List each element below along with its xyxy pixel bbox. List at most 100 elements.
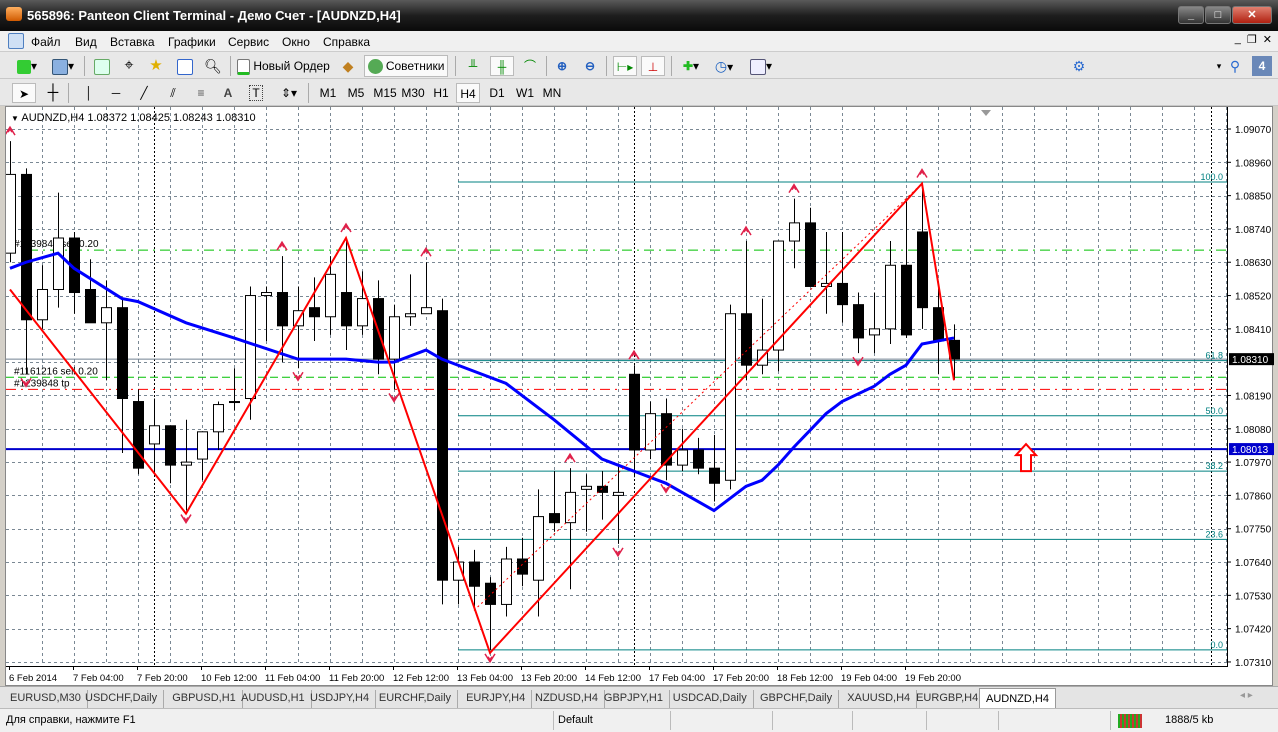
tab-nzdusd-h4[interactable]: NZDUSD,H4 [529, 690, 605, 708]
tf-H1[interactable]: H1 [430, 83, 452, 103]
tab-gbpjpy-h1[interactable]: GBPJPY,H1 [598, 690, 670, 708]
chart-shift-marker-icon [981, 110, 991, 116]
candle-body [165, 425, 176, 466]
chart-shift-button[interactable]: ⊥ [641, 56, 665, 76]
search-button[interactable]: ⚲ [1226, 56, 1244, 76]
tf-M5[interactable]: M5 [344, 83, 368, 103]
navigator-button[interactable]: ★ [146, 56, 166, 76]
line-chart-button[interactable]: ⌒ [520, 56, 540, 76]
tf-M1[interactable]: M1 [316, 83, 340, 103]
data-window-button[interactable]: ⌖ [119, 56, 139, 76]
minimize-button[interactable]: _ [1178, 6, 1204, 24]
maximize-button[interactable]: □ [1205, 6, 1231, 24]
tab-usdjpy-h4[interactable]: USDJPY,H4 [304, 690, 377, 708]
new-order-label: Новый Ордер [253, 59, 330, 73]
candle-body [565, 491, 576, 524]
mdi-restore-button[interactable]: ❐ [1247, 33, 1257, 46]
menu-view[interactable]: Вид [75, 35, 97, 49]
text-label-tool[interactable]: T [246, 83, 266, 103]
connection-status-icon [1118, 714, 1142, 728]
fractal-up-icon [788, 183, 800, 194]
tab-eurchf-daily[interactable]: EURCHF,Daily [373, 690, 459, 708]
messages-badge[interactable]: 4 [1252, 56, 1272, 76]
fractal-up-icon [276, 240, 288, 251]
candle-body [469, 561, 480, 587]
tf-W1[interactable]: W1 [514, 83, 536, 103]
tab-usdchf-daily[interactable]: USDCHF,Daily [79, 690, 165, 708]
tab-gbpusd-h1[interactable]: GBPUSD,H1 [166, 690, 243, 708]
crosshair-tool[interactable]: ┼ [42, 83, 64, 103]
tab-audnzd-h4[interactable]: AUDNZD,H4 [979, 688, 1056, 709]
tab-eurjpy-h4[interactable]: EURJPY,H4 [460, 690, 533, 708]
candle-body [85, 288, 96, 324]
price-axis-label: 1.07530 [1235, 591, 1272, 602]
close-button[interactable]: ✕ [1232, 6, 1272, 24]
profiles-button[interactable]: ▾ [48, 56, 78, 76]
indicators-button[interactable]: ✚▾ [677, 56, 705, 76]
tab-eurusd-m30[interactable]: EURUSD,M30 [4, 690, 88, 708]
time-axis-label: 19 Feb 20:00 [905, 673, 961, 684]
menu-help[interactable]: Справка [323, 35, 370, 49]
tf-M15[interactable]: M15 [372, 83, 398, 103]
tf-H4[interactable]: H4 [456, 83, 480, 103]
tf-D1[interactable]: D1 [486, 83, 508, 103]
candle-body [709, 467, 720, 484]
horizontal-line-tool[interactable]: ─ [106, 83, 126, 103]
tf-MN[interactable]: MN [540, 83, 564, 103]
periods-button[interactable]: ◷▾ [710, 56, 738, 76]
fibonacci-tool[interactable]: ≡ [190, 83, 212, 103]
price-axis-label: 1.08960 [1235, 158, 1272, 169]
chart-window[interactable]: 100.0 61.8 50.0 38.2 23.6 0.0 #1239848 sell 0.… [4, 106, 1274, 687]
terminal-button[interactable] [175, 56, 195, 76]
tab-eurgbp-h4[interactable]: EURGBP,H4 [910, 690, 986, 708]
zoom-out-button[interactable]: ⊖ [580, 56, 600, 76]
fractal-up-icon [916, 168, 928, 178]
settings-button[interactable]: ⚙ [1070, 56, 1088, 76]
experts-button[interactable]: Советники [364, 55, 448, 77]
new-order-button[interactable]: Новый Ордер [237, 56, 333, 76]
crosshair-icon: ┼ [47, 84, 59, 101]
arrows-tool[interactable]: ⇕▾ [276, 83, 302, 103]
equidistant-channel-tool[interactable]: ⫽ [162, 83, 184, 103]
fractal-down-icon [660, 483, 672, 494]
trendline-icon: ╱ [140, 86, 148, 100]
chart-window-icon[interactable] [8, 33, 24, 49]
time-axis-label: 17 Feb 04:00 [649, 673, 705, 684]
menu-charts[interactable]: Графики [168, 35, 216, 49]
tabs-scroll-arrows[interactable]: ◂ ▸ [1240, 690, 1253, 701]
candle-body [341, 292, 352, 327]
price-axis-label: 1.07640 [1235, 558, 1272, 569]
tf-M30[interactable]: M30 [400, 83, 426, 103]
candle-body [245, 295, 256, 400]
mdi-close-button[interactable]: ✕ [1263, 33, 1272, 46]
auto-scroll-button[interactable]: ⊢▸ [613, 56, 637, 76]
candle-body [901, 264, 912, 336]
tab-audusd-h1[interactable]: AUDUSD,H1 [235, 690, 312, 708]
menu-insert[interactable]: Вставка [110, 35, 155, 49]
zoom-in-icon: ⊕ [556, 59, 568, 73]
menu-tools[interactable]: Сервис [228, 35, 269, 49]
bar-chart-button[interactable]: ╨ [463, 56, 483, 76]
trendline-tool[interactable]: ╱ [134, 83, 154, 103]
menu-file[interactable]: Файл [31, 35, 61, 49]
zoom-in-button[interactable]: ⊕ [552, 56, 572, 76]
tab-usdcad-daily[interactable]: USDCAD,Daily [667, 690, 754, 708]
collapse-triangle-icon[interactable]: ▼ [11, 114, 19, 123]
text-tool[interactable]: A [218, 83, 238, 103]
mdi-minimize-button[interactable]: _ [1235, 33, 1241, 46]
metaeditor-button[interactable]: ◆ [339, 56, 357, 76]
tab-gbpchf-daily[interactable]: GBPCHF,Daily [754, 690, 840, 708]
tester-button[interactable]: 🔍︎ [203, 56, 223, 76]
cursor-tool[interactable]: ➤ [12, 83, 36, 103]
market-watch-button[interactable] [92, 56, 112, 76]
menu-window[interactable]: Окно [282, 35, 310, 49]
time-axis-label: 18 Feb 12:00 [777, 673, 833, 684]
price-chart[interactable]: 100.061.850.038.223.60.0#1239848 sell 0.… [4, 107, 1274, 687]
candlestick-chart-button[interactable]: ╫ [490, 56, 514, 76]
vertical-line-tool[interactable]: │ [80, 83, 98, 103]
price-axis-label: 1.07970 [1235, 458, 1272, 469]
templates-button[interactable]: ▾ [746, 56, 776, 76]
new-chart-button[interactable]: ▾ [12, 56, 42, 76]
search-dropdown-button[interactable]: ▾ [1213, 56, 1225, 76]
tab-xauusd-h4[interactable]: XAUUSD,H4 [841, 690, 918, 708]
